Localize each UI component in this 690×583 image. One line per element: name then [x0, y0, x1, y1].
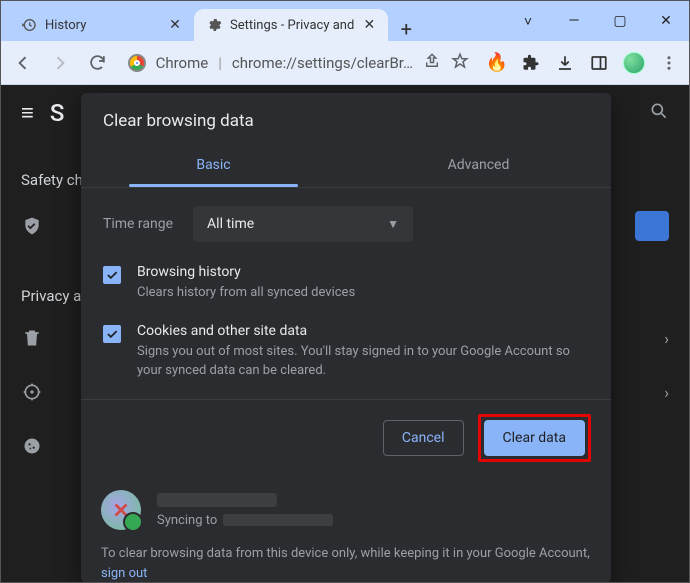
- kebab-menu-icon[interactable]: [659, 53, 679, 73]
- browser-toolbar: Chrome | chrome://settings/clearBr… 🔥: [1, 41, 689, 85]
- tab-settings[interactable]: Settings - Privacy and ✕: [194, 9, 388, 41]
- dialog-tabs: Basic Advanced: [81, 145, 611, 187]
- new-tab-button[interactable]: +: [388, 17, 424, 41]
- checkbox-title: Cookies and other site data: [137, 323, 589, 339]
- hamburger-icon[interactable]: ≡: [21, 100, 34, 126]
- inner-scrollbar[interactable]: ▼: [601, 246, 607, 399]
- clear-data-button[interactable]: Clear data: [484, 420, 585, 456]
- checkbox-cookies[interactable]: [103, 325, 121, 343]
- checkbox-desc: Signs you out of most sites. You'll stay…: [137, 343, 589, 381]
- cancel-button[interactable]: Cancel: [383, 420, 464, 456]
- shield-icon: [21, 215, 43, 237]
- sign-out-link[interactable]: sign out: [101, 566, 147, 581]
- search-icon[interactable]: [649, 101, 669, 125]
- checkbox-browsing-history[interactable]: [103, 266, 121, 284]
- cookie-icon: [21, 435, 43, 457]
- extension-fire-icon[interactable]: 🔥: [487, 53, 507, 73]
- checkbox-row-browsing-history: Browsing history Clears history from all…: [103, 264, 589, 303]
- tab-title: Settings - Privacy and: [230, 18, 354, 33]
- omnibox-prefix: Chrome: [156, 54, 209, 72]
- tab-title: History: [45, 18, 160, 33]
- window-titlebar: History ✕ Settings - Privacy and ✕ + ˅ —…: [1, 1, 689, 41]
- checkbox-title: Browsing history: [137, 264, 355, 280]
- settings-heading: S: [50, 99, 65, 127]
- chevron-down-icon: ▼: [387, 217, 399, 231]
- sync-label: Syncing to: [157, 513, 217, 528]
- dialog-note: To clear browsing data from this device …: [81, 530, 611, 582]
- checkbox-desc: Clears history from all synced devices: [137, 284, 355, 303]
- omnibox[interactable]: Chrome | chrome://settings/clearBr…: [122, 48, 475, 78]
- star-icon[interactable]: [451, 52, 469, 74]
- close-icon[interactable]: ✕: [362, 18, 376, 32]
- trash-icon: [21, 327, 43, 349]
- target-icon: [21, 381, 43, 403]
- time-range-label: Time range: [103, 216, 173, 232]
- close-icon[interactable]: ✕: [168, 18, 182, 32]
- window-close[interactable]: ✕: [643, 1, 689, 41]
- share-icon[interactable]: [423, 52, 441, 74]
- checkbox-row-cookies: Cookies and other site data Signs you ou…: [103, 323, 589, 381]
- chevron-right-icon: ›: [664, 383, 669, 402]
- chevron-right-icon: ›: [664, 329, 669, 348]
- time-range-select[interactable]: All time ▼: [193, 206, 413, 242]
- chrome-icon: [128, 54, 146, 72]
- time-range-value: All time: [207, 216, 254, 232]
- redacted-email: [223, 514, 333, 526]
- window-maximize[interactable]: ▢: [597, 1, 643, 41]
- downloads-icon[interactable]: [555, 53, 575, 73]
- back-button[interactable]: [11, 50, 36, 76]
- profile-avatar[interactable]: [623, 52, 645, 74]
- tab-history[interactable]: History ✕: [9, 9, 194, 41]
- redacted-name: [157, 493, 277, 507]
- window-dropdown[interactable]: ˅: [505, 1, 551, 41]
- forward-button[interactable]: [48, 50, 73, 76]
- check-now-chip[interactable]: [635, 211, 669, 241]
- gear-icon: [206, 17, 222, 33]
- dialog-title: Clear browsing data: [81, 93, 611, 145]
- sync-status-row: Syncing to: [81, 476, 611, 530]
- dialog-footer: Cancel Clear data: [81, 399, 611, 476]
- omnibox-url: chrome://settings/clearBr…: [232, 54, 413, 72]
- tab-basic[interactable]: Basic: [81, 145, 346, 187]
- side-panel-icon[interactable]: [589, 53, 609, 73]
- clear-browsing-data-dialog: ▲ ▼ Clear browsing data Basic Advanced ▼…: [81, 93, 611, 582]
- history-icon: [21, 17, 37, 33]
- annotation-highlight: Clear data: [478, 414, 591, 462]
- profile-avatar-large: [101, 490, 141, 530]
- window-minimize[interactable]: —: [551, 1, 597, 41]
- extensions-icon[interactable]: [521, 53, 541, 73]
- reload-button[interactable]: [85, 50, 110, 76]
- tab-advanced[interactable]: Advanced: [346, 145, 611, 187]
